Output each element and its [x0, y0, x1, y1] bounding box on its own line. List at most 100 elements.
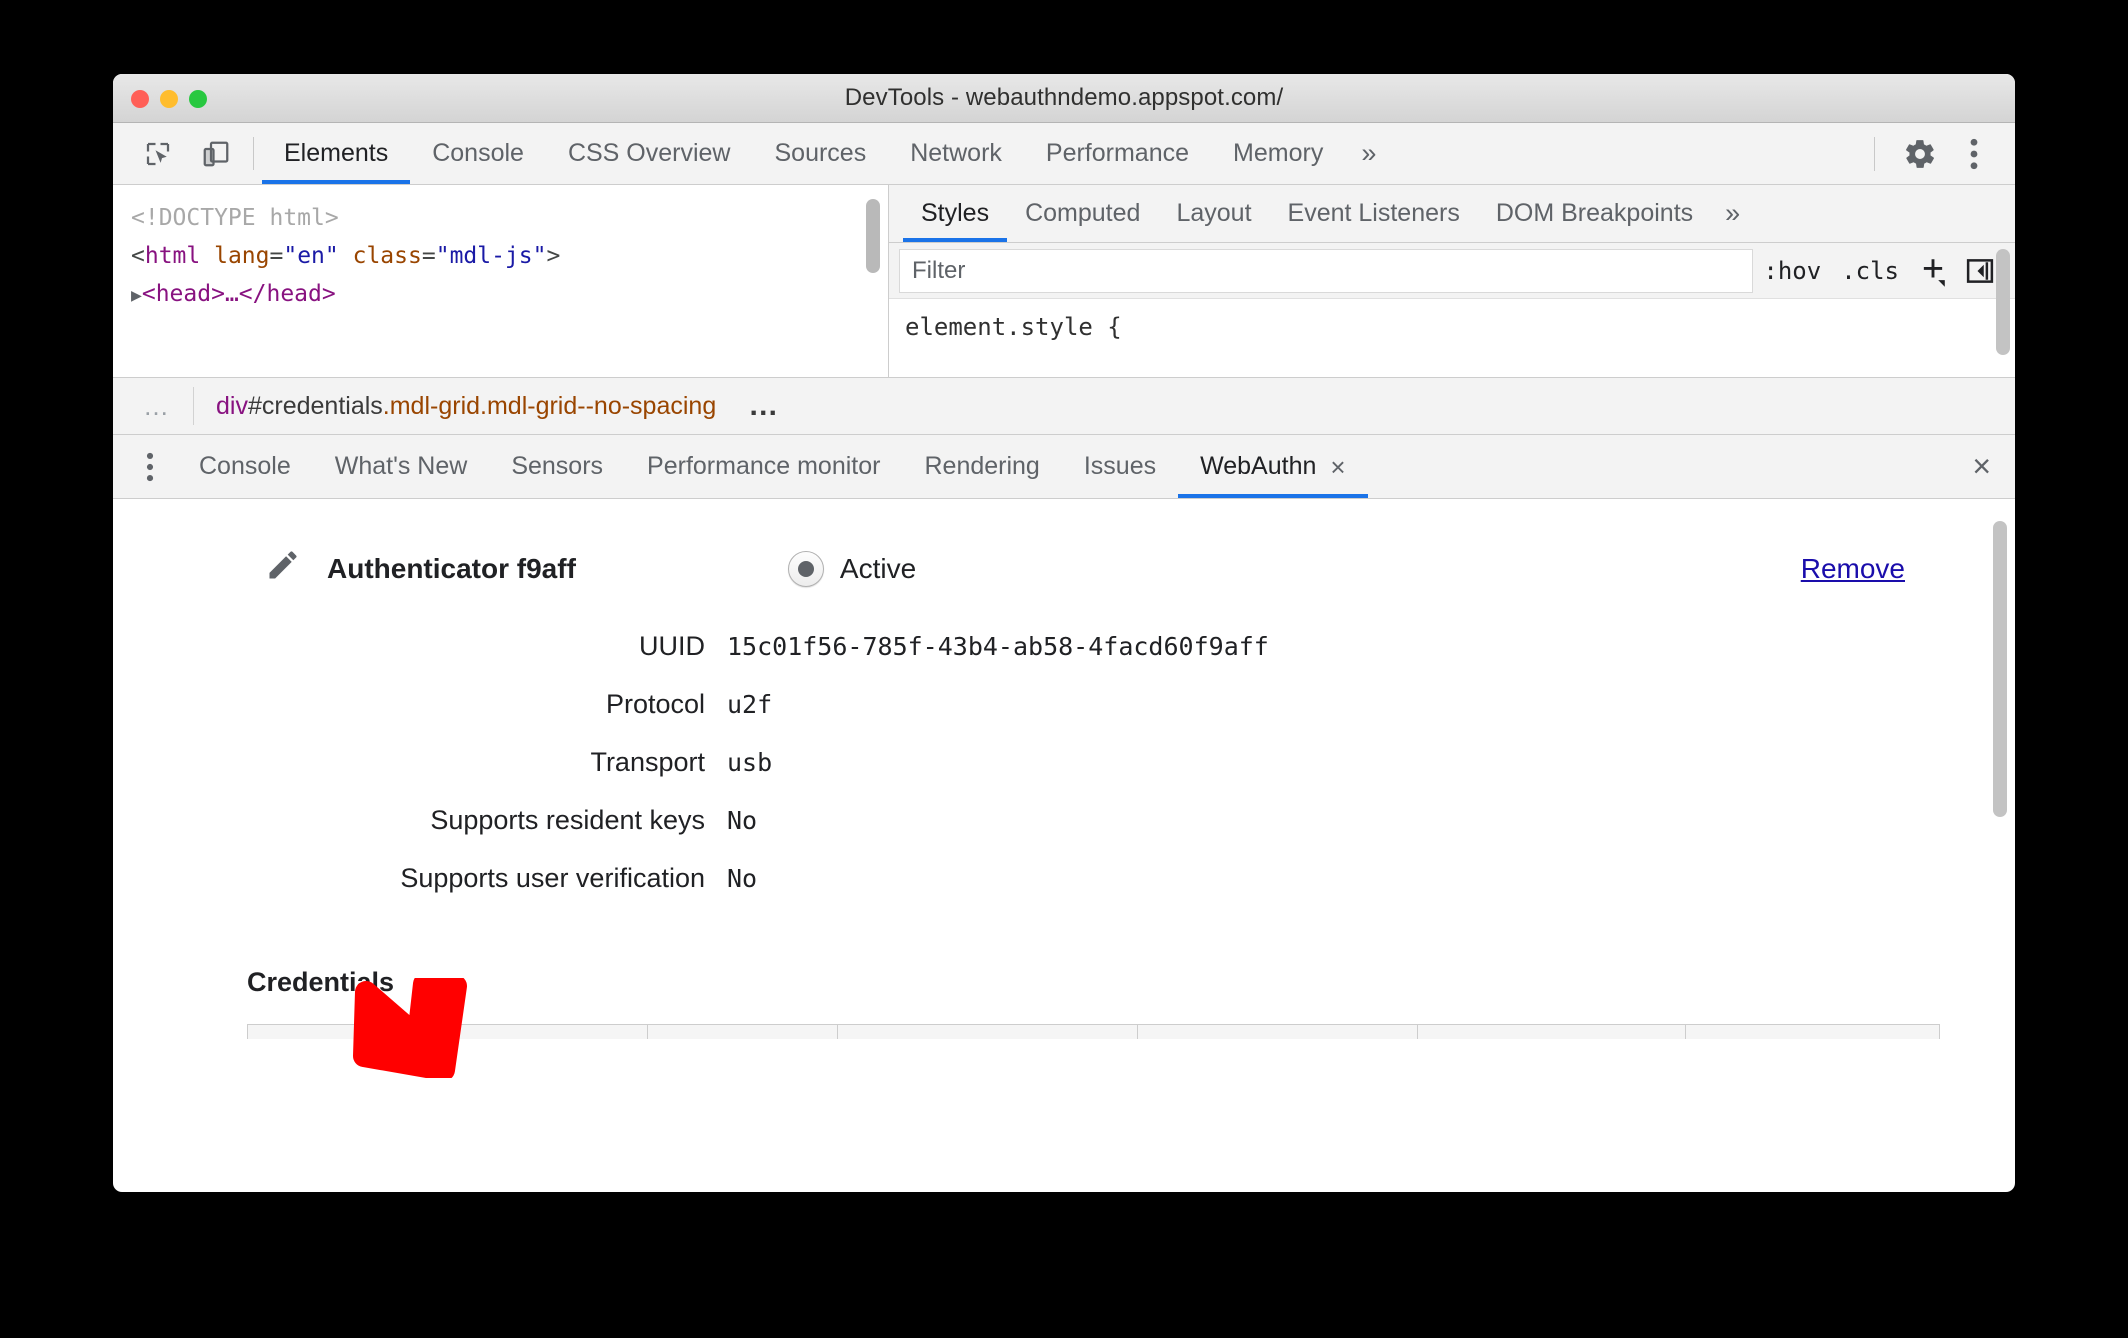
webauthn-scrollbar[interactable] — [1993, 521, 2007, 817]
tab-dom-breakpoints[interactable]: DOM Breakpoints — [1478, 185, 1711, 242]
active-radio-button[interactable] — [787, 551, 824, 587]
breadcrumb-item-credentials[interactable]: div#credentials.mdl-grid.mdl-grid--no-sp… — [194, 392, 738, 421]
drawer-tab-console[interactable]: Console — [177, 435, 313, 498]
tab-label: Computed — [1025, 199, 1141, 227]
field-row-supports-user-verification: Supports user verification No — [113, 863, 2015, 921]
field-value: 15c01f56-785f-43b4-ab58-4facd60f9aff — [727, 632, 1269, 661]
tab-label: Sources — [774, 139, 867, 167]
more-styles-tabs-chevron-icon[interactable]: » — [1711, 185, 1754, 242]
breadcrumb-tag: div — [216, 391, 248, 420]
authenticator-details: UUID 15c01f56-785f-43b4-ab58-4facd60f9af… — [113, 631, 2015, 921]
plus-icon[interactable] — [1909, 254, 1957, 288]
close-webauthn-tab-icon[interactable]: × — [1330, 454, 1345, 480]
hov-button[interactable]: :hov — [1753, 257, 1831, 285]
tab-label: WebAuthn — [1200, 452, 1317, 480]
dom-tree-row[interactable]: <html lang="en" class="mdl-js"> — [131, 237, 888, 275]
tab-network[interactable]: Network — [888, 123, 1024, 184]
tab-performance[interactable]: Performance — [1024, 123, 1211, 184]
tab-elements[interactable]: Elements — [262, 123, 411, 184]
device-toolbar-icon[interactable] — [187, 123, 245, 184]
tab-sources[interactable]: Sources — [753, 123, 889, 184]
gear-icon[interactable] — [1893, 127, 1947, 181]
punct-token: = — [421, 243, 436, 269]
window-controls[interactable] — [131, 90, 207, 108]
pencil-icon[interactable] — [265, 547, 301, 588]
styles-scrollbar[interactable] — [1996, 249, 2010, 355]
tab-styles[interactable]: Styles — [903, 185, 1008, 242]
close-window-button[interactable] — [131, 90, 149, 108]
remove-authenticator-link[interactable]: Remove — [1801, 553, 1905, 585]
tab-label: CSS Overview — [567, 139, 731, 167]
authenticator-header: Authenticator f9aff Active Remove — [113, 541, 2015, 597]
dom-tree-row[interactable]: <!DOCTYPE html> — [131, 199, 888, 237]
column-header-rp-id[interactable]: RP ID — [837, 1024, 1138, 1039]
tab-label: DOM Breakpoints — [1495, 199, 1694, 227]
table-header-row: ID Is Resident RP ID User Handle Sign Co… — [247, 1024, 1940, 1039]
tab-css-overview[interactable]: CSS Overview — [546, 123, 753, 184]
doctype-token: <!DOCTYPE html> — [131, 205, 339, 231]
ellipsis-token: … — [224, 281, 239, 307]
column-header-user-handle[interactable]: User Handle — [1137, 1024, 1418, 1039]
tab-computed[interactable]: Computed — [1007, 185, 1158, 242]
toolbar-right-actions — [1856, 123, 2015, 184]
breadcrumb-overflow-right[interactable]: … — [738, 389, 790, 423]
tab-layout[interactable]: Layout — [1158, 185, 1269, 242]
tab-event-listeners[interactable]: Event Listeners — [1270, 185, 1478, 242]
field-label: Protocol — [605, 689, 705, 719]
tag-token: html — [144, 243, 201, 269]
punct-token: = — [269, 243, 284, 269]
tab-label: Styles — [921, 199, 990, 227]
tab-console[interactable]: Console — [410, 123, 546, 184]
credentials-heading: Credentials — [247, 967, 395, 997]
dom-tree-scrollbar[interactable] — [866, 199, 880, 273]
attr-token: lang — [214, 243, 270, 269]
tab-label: Performance monitor — [647, 452, 881, 480]
toolbar-divider — [1874, 136, 1875, 171]
dom-tree-row[interactable]: ▶<head>…</head> — [131, 275, 888, 315]
dom-tree-panel[interactable]: <!DOCTYPE html> <html lang="en" class="m… — [113, 185, 889, 377]
drawer-tab-issues[interactable]: Issues — [1062, 435, 1178, 498]
breadcrumb-overflow-left[interactable]: … — [121, 391, 193, 422]
zoom-window-button[interactable] — [189, 90, 207, 108]
tab-label: Event Listeners — [1287, 199, 1460, 227]
screen: DevTools - webauthndemo.appspot.com/ Ele… — [0, 0, 2128, 1338]
field-row-uuid: UUID 15c01f56-785f-43b4-ab58-4facd60f9af… — [113, 631, 2015, 689]
breadcrumb: … div#credentials.mdl-grid.mdl-grid--no-… — [113, 377, 2015, 435]
drawer-kebab-menu-icon[interactable] — [123, 435, 177, 498]
minimize-window-button[interactable] — [160, 90, 178, 108]
styles-filter-row: :hov .cls — [889, 243, 2015, 299]
more-tabs-chevron-icon[interactable]: » — [1345, 123, 1392, 184]
main-toolbar: Elements Console CSS Overview Sources Ne… — [113, 123, 2015, 185]
column-header-sign-count[interactable]: Sign Count — [1417, 1024, 1686, 1039]
drawer-tab-rendering[interactable]: Rendering — [902, 435, 1061, 498]
tab-label: Console — [432, 139, 524, 167]
expand-triangle-icon[interactable]: ▶ — [131, 285, 142, 306]
tab-label: Console — [199, 452, 291, 480]
breadcrumb-id: #credentials — [247, 391, 383, 420]
tab-label: Issues — [1083, 452, 1157, 480]
close-drawer-icon[interactable]: × — [1948, 435, 2015, 498]
filter-input[interactable] — [899, 248, 1754, 293]
drawer-tab-performance-monitor[interactable]: Performance monitor — [625, 435, 902, 498]
tab-label: Rendering — [924, 452, 1040, 480]
field-label: Supports user verification — [400, 863, 705, 893]
field-label: Transport — [590, 747, 705, 777]
tab-memory[interactable]: Memory — [1211, 123, 1345, 184]
authenticator-name: Authenticator f9aff — [327, 553, 576, 584]
field-row-protocol: Protocol u2f — [113, 689, 2015, 747]
drawer-tab-webauthn[interactable]: WebAuthn × — [1178, 435, 1369, 498]
column-header-is-resident[interactable]: Is Resident — [647, 1024, 838, 1039]
active-radio-group[interactable]: Active — [787, 551, 916, 587]
column-header-actions[interactable]: Actions — [1685, 1024, 1940, 1039]
inspect-element-icon[interactable] — [129, 123, 187, 184]
webauthn-panel: Authenticator f9aff Active Remove UUID 1… — [113, 499, 2015, 1039]
drawer-tab-sensors[interactable]: Sensors — [489, 435, 625, 498]
column-header-id[interactable]: ID — [247, 1024, 648, 1039]
devtools-window: DevTools - webauthndemo.appspot.com/ Ele… — [113, 74, 2015, 1192]
tab-label: Layout — [1176, 199, 1252, 227]
element-style-rule[interactable]: element.style { — [889, 299, 2015, 341]
field-row-supports-resident-keys: Supports resident keys No — [113, 805, 2015, 863]
kebab-menu-icon[interactable] — [1947, 127, 2001, 181]
cls-button[interactable]: .cls — [1831, 257, 1909, 285]
drawer-tab-whats-new[interactable]: What's New — [313, 435, 490, 498]
